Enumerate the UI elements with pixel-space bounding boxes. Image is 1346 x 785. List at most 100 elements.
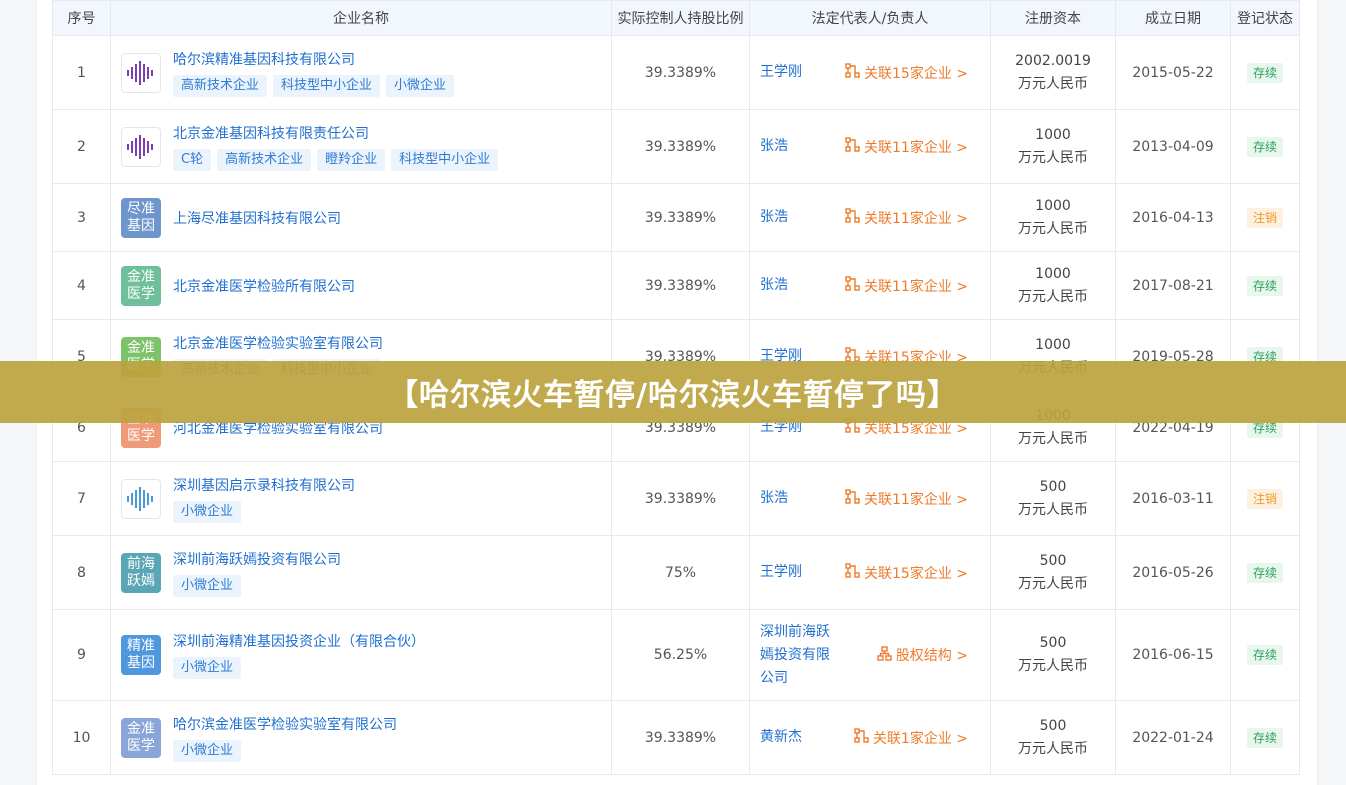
relation-link[interactable]: 关联11家企业 > bbox=[845, 489, 968, 509]
status-badge: 存续 bbox=[1246, 645, 1283, 665]
legal-rep-line: 嫣投资有限 bbox=[760, 646, 830, 663]
related-companies-icon bbox=[845, 276, 864, 295]
capital-unit: 万元人民币 bbox=[1018, 75, 1088, 92]
relation-text: 股权结构 > bbox=[895, 648, 968, 664]
table-header-row: 序号 企业名称 实际控制人持股比例 法定代表人/负责人 注册资本 成立日期 登记… bbox=[52, 0, 1300, 36]
legal-rep-cell: 张浩 关联11家企业 > bbox=[749, 251, 991, 320]
legal-rep-link[interactable]: 深圳前海跃 嫣投资有限 公司 bbox=[760, 621, 830, 690]
relation-text: 关联1家企业 > bbox=[872, 730, 968, 747]
legal-rep-cell: 张浩 关联11家企业 > bbox=[749, 109, 991, 184]
company-logo[interactable]: 前海 跃嫣 bbox=[121, 552, 161, 593]
relation-link[interactable]: 关联11家企业 > bbox=[845, 276, 968, 296]
capital-amount: 500 bbox=[1039, 635, 1067, 651]
company-tag[interactable]: 瞪羚企业 bbox=[317, 148, 386, 171]
company-name-link[interactable]: 北京金准医学检验实验室有限公司 bbox=[173, 333, 386, 353]
capital-unit: 万元人民币 bbox=[1018, 220, 1088, 237]
equity-structure-icon bbox=[877, 645, 896, 665]
company-tag[interactable]: 高新技术企业 bbox=[173, 74, 268, 97]
legal-rep-link[interactable]: 张浩 bbox=[760, 135, 788, 158]
relation-link[interactable]: 股权结构 > bbox=[877, 645, 968, 665]
company-name-link[interactable]: 深圳前海跃嫣投资有限公司 bbox=[173, 549, 341, 569]
table-row: 3 尽准 基因 上海尽准基因科技有限公司 39.3389% 张浩 关联11家企业 >1000… bbox=[52, 183, 1300, 252]
legal-rep-cell: 深圳前海跃 嫣投资有限 公司 股权结构 > bbox=[749, 609, 991, 701]
capital-unit: 万元人民币 bbox=[1018, 149, 1088, 166]
title-banner: 【哈尔滨火车暂停/哈尔滨火车暂停了吗】 bbox=[0, 361, 1346, 423]
legal-rep-line: 张浩 bbox=[760, 209, 788, 225]
company-logo[interactable] bbox=[121, 52, 161, 93]
company-tag[interactable]: 科技型中小企业 bbox=[273, 74, 381, 97]
legal-rep-line: 王学刚 bbox=[760, 64, 802, 80]
table-row: 1 哈尔滨精准基因科技有限公司 高新技术企业 科技型中小企业 小微企业 39.3389% 王… bbox=[52, 35, 1300, 110]
registered-capital: 2002.0019 万元人民币 bbox=[990, 35, 1116, 110]
legal-rep-link[interactable]: 黄新杰 bbox=[760, 726, 802, 749]
company-logo[interactable] bbox=[121, 126, 161, 167]
company-logo[interactable]: 金准医学 bbox=[121, 717, 161, 758]
capital-amount: 2002.0019 bbox=[1015, 52, 1091, 69]
company-cell: 前海 跃嫣 深圳前海跃嫣投资有限公司 小微企业 bbox=[110, 535, 612, 610]
legal-rep-link[interactable]: 张浩 bbox=[760, 274, 788, 297]
relation-link[interactable]: 关联11家企业 > bbox=[845, 208, 968, 228]
legal-rep-cell: 黄新杰 关联1家企业 > bbox=[749, 700, 991, 775]
company-logo[interactable] bbox=[121, 478, 161, 519]
related-companies-icon bbox=[845, 208, 864, 227]
company-tag[interactable]: 高新技术企业 bbox=[217, 148, 312, 171]
table-row: 2 北京金准基因科技有限责任公司 C轮 高新技术企业 瞪羚企业 科技型中小企业 39.338… bbox=[52, 109, 1300, 184]
company-name-link[interactable]: 上海尽准基因科技有限公司 bbox=[173, 208, 341, 228]
status-badge: 存续 bbox=[1246, 275, 1283, 296]
header-index: 序号 bbox=[52, 0, 111, 36]
relation-link[interactable]: 关联15家企业 > bbox=[845, 63, 968, 83]
legal-rep-line: 深圳前海跃 bbox=[760, 623, 830, 640]
relation-text: 关联11家企业 > bbox=[864, 210, 968, 227]
company-logo-text: 尽准 基因 bbox=[127, 200, 155, 234]
company-logo[interactable]: 尽准 基因 bbox=[121, 197, 161, 238]
company-logo[interactable]: 金准医学 bbox=[121, 265, 161, 306]
header-legal-rep: 法定代表人/负责人 bbox=[749, 0, 991, 36]
related-companies-icon bbox=[845, 563, 864, 582]
row-index: 2 bbox=[52, 109, 111, 184]
company-name-link[interactable]: 北京金准基因科技有限责任公司 bbox=[173, 123, 504, 143]
company-name-link[interactable]: 哈尔滨精准基因科技有限公司 bbox=[173, 49, 460, 69]
company-tag[interactable]: 小微企业 bbox=[173, 739, 242, 762]
company-tag[interactable]: 小微企业 bbox=[173, 500, 242, 523]
established-date: 2015-05-22 bbox=[1115, 35, 1231, 110]
company-name-link[interactable]: 深圳前海精准基因投资企业（有限合伙） bbox=[173, 631, 425, 651]
holding-ratio: 39.3389% bbox=[611, 251, 750, 320]
company-logo[interactable]: 精准 基因 bbox=[121, 635, 161, 675]
relation-link[interactable]: 关联15家企业 > bbox=[845, 563, 968, 583]
table-row: 4 金准 医学 北京金准医学检验所有限公司 39.3389% 张浩 关联11家企业 >100… bbox=[52, 251, 1300, 320]
status-badge: 存续 bbox=[1246, 136, 1283, 157]
relation-link[interactable]: 关联11家企业 > bbox=[845, 137, 968, 157]
capital-amount: 500 bbox=[1039, 717, 1067, 734]
company-tag[interactable]: C轮 bbox=[173, 148, 212, 171]
status-badge: 注销 bbox=[1246, 207, 1283, 228]
header-status: 登记状态 bbox=[1230, 0, 1300, 36]
holding-ratio: 56.25% bbox=[611, 609, 750, 701]
legal-rep-cell: 王学刚 关联15家企业 > bbox=[749, 35, 991, 110]
status-badge: 存续 bbox=[1246, 562, 1283, 583]
company-cell: 尽准 基因 上海尽准基因科技有限公司 bbox=[110, 183, 612, 252]
capital-unit: 万元人民币 bbox=[1018, 288, 1088, 305]
company-tag[interactable]: 科技型中小企业 bbox=[391, 148, 499, 171]
legal-rep-link[interactable]: 王学刚 bbox=[760, 61, 802, 84]
legal-rep-link[interactable]: 王学刚 bbox=[760, 561, 802, 584]
row-index: 9 bbox=[52, 609, 111, 701]
legal-rep-link[interactable]: 张浩 bbox=[760, 206, 788, 229]
related-companies-icon bbox=[845, 489, 864, 508]
company-name-link[interactable]: 北京金准医学检验所有限公司 bbox=[173, 276, 355, 296]
company-tags: 小微企业 bbox=[173, 574, 341, 597]
status-cell: 存续 bbox=[1230, 700, 1300, 775]
established-date: 2017-08-21 bbox=[1115, 251, 1231, 320]
table-row: 9 精准 基因 深圳前海精准基因投资企业（有限合伙） 小微企业 56.25% 深圳前海跃嫣投… bbox=[52, 609, 1300, 701]
company-tag[interactable]: 小微企业 bbox=[173, 657, 242, 679]
company-name-link[interactable]: 深圳基因启示录科技有限公司 bbox=[173, 475, 355, 495]
company-name-link[interactable]: 哈尔滨金准医学检验实验室有限公司 bbox=[173, 714, 397, 734]
related-companies-icon bbox=[845, 137, 864, 156]
status-badge: 注销 bbox=[1246, 488, 1283, 509]
company-cell: 金准 医学 北京金准医学检验所有限公司 bbox=[110, 251, 612, 320]
company-tag[interactable]: 小微企业 bbox=[173, 574, 242, 597]
holding-ratio: 39.3389% bbox=[611, 461, 750, 536]
legal-rep-link[interactable]: 张浩 bbox=[760, 487, 788, 510]
company-tag[interactable]: 小微企业 bbox=[386, 74, 455, 97]
relation-link[interactable]: 关联1家企业 > bbox=[854, 728, 968, 748]
header-ratio: 实际控制人持股比例 bbox=[611, 0, 750, 36]
